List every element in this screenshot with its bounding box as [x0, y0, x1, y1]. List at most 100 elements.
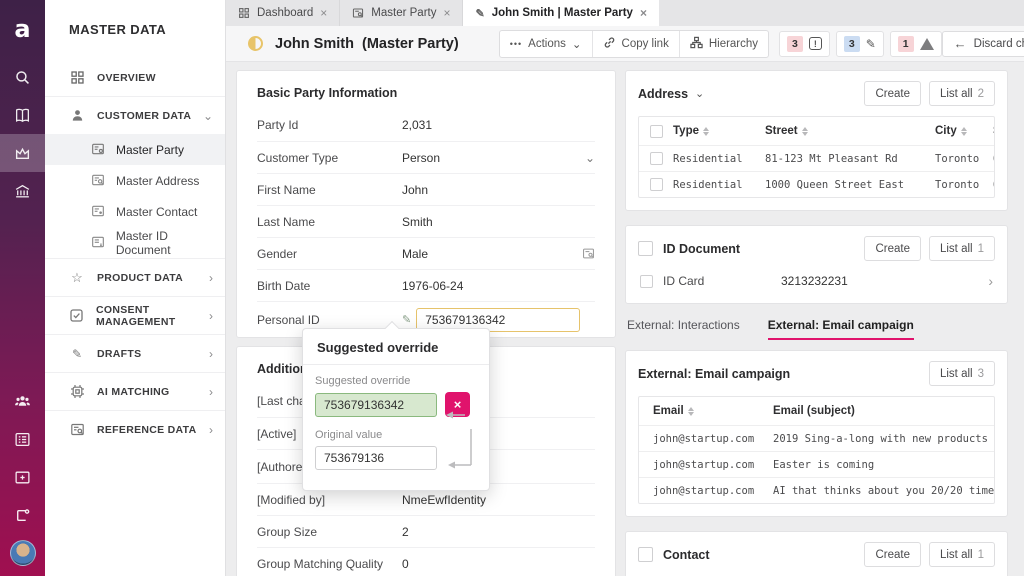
customer-type-select[interactable]: Person	[402, 151, 585, 165]
chevron-right-icon[interactable]: ›	[988, 273, 993, 289]
card-add-icon[interactable]	[0, 458, 45, 496]
profile-contact-icon[interactable]	[0, 496, 45, 534]
field-value[interactable]: 1976-06-24	[402, 279, 595, 293]
close-icon[interactable]: ×	[443, 6, 450, 20]
list-all-label: List all	[940, 368, 973, 380]
warnings-badge[interactable]: 1	[890, 31, 942, 57]
user-avatar[interactable]	[10, 540, 36, 566]
sidebar-item-consent-management[interactable]: CONSENT MANAGEMENT ›	[45, 297, 225, 334]
sort-icon[interactable]	[703, 127, 709, 136]
column-header[interactable]: Type	[673, 125, 699, 137]
table-row[interactable]: Residential 1000 Queen Street East Toron…	[639, 171, 994, 197]
copy-link-label: Copy link	[622, 38, 669, 50]
back-arrow-icon: ←	[954, 36, 967, 51]
field-row-party-id: Party Id 2,031	[257, 109, 595, 141]
chip-icon	[69, 384, 85, 400]
column-header[interactable]: Street	[765, 125, 798, 137]
close-icon[interactable]: ×	[640, 6, 647, 20]
close-icon[interactable]: ×	[320, 6, 327, 20]
tasks-list-icon[interactable]	[0, 420, 45, 458]
sidebar-item-customer-data[interactable]: CUSTOMER DATA ⌄	[45, 97, 225, 134]
edits-badge[interactable]: 3 ✎	[836, 31, 884, 57]
email-campaign-card: External: Email campaign List all 3 Emai…	[625, 350, 1008, 517]
column-header[interactable]: State	[993, 125, 994, 137]
field-label: Party Id	[257, 118, 402, 132]
sidebar-item-label: Master Party	[116, 143, 184, 157]
issues-badge[interactable]: 3 !	[779, 31, 830, 57]
column-header[interactable]: City	[935, 125, 957, 137]
sidebar-item-drafts[interactable]: ✎ DRAFTS ›	[45, 335, 225, 372]
table-row[interactable]: john@startup.com Easter is coming	[639, 451, 994, 477]
column-header[interactable]: Email (subject)	[773, 405, 855, 417]
cell-city: Toronto	[935, 179, 993, 191]
discard-changes-button[interactable]: ← Discard changes	[942, 31, 1024, 57]
tab-external-interactions[interactable]: External: Interactions	[627, 318, 740, 340]
tab-john-smith-master-party[interactable]: ✎ John Smith | Master Party ×	[463, 0, 659, 26]
tab-dashboard[interactable]: Dashboard ×	[226, 0, 340, 26]
grid-icon	[69, 70, 85, 86]
sidebar-item-master-contact[interactable]: Master Contact	[45, 196, 225, 227]
sidebar-item-master-id-document[interactable]: Master ID Document	[45, 227, 225, 258]
brand-logo[interactable]: a	[0, 0, 45, 58]
table-row[interactable]: john@startup.com AI that thinks about yo…	[639, 477, 994, 503]
id-document-list-all-button[interactable]: List all 1	[929, 236, 995, 261]
sidebar-item-ai-matching[interactable]: AI MATCHING ›	[45, 373, 225, 410]
field-value[interactable]: Male	[402, 247, 582, 261]
table-row[interactable]: john@startup.com 2019 Sing-a-long with n…	[639, 425, 994, 451]
contact-create-button[interactable]: Create	[864, 542, 921, 567]
sidebar-item-label: AI MATCHING	[97, 386, 170, 398]
left-column: Basic Party Information Party Id 2,031 C…	[236, 70, 616, 576]
sidebar-item-master-address[interactable]: Master Address	[45, 165, 225, 196]
edits-count: 3	[844, 36, 860, 52]
select-all-checkbox[interactable]	[650, 125, 663, 138]
sort-icon[interactable]	[802, 127, 808, 136]
email-campaign-list-all-button[interactable]: List all 3	[929, 361, 995, 386]
chevron-down-icon[interactable]: ⌄	[585, 151, 595, 165]
cell-state: Ontario	[993, 179, 994, 191]
tab-master-party[interactable]: Master Party ×	[340, 0, 463, 26]
table-search-icon	[91, 173, 106, 188]
copy-link-button[interactable]: Copy link	[593, 31, 680, 57]
address-create-button[interactable]: Create	[864, 81, 921, 106]
original-value-input[interactable]	[315, 446, 437, 470]
field-value[interactable]: John	[402, 183, 595, 197]
reject-override-button[interactable]: ×	[445, 392, 470, 417]
catalog-book-icon[interactable]	[0, 96, 45, 134]
row-checkbox[interactable]	[650, 178, 663, 191]
sidebar-item-master-party[interactable]: Master Party	[45, 134, 225, 165]
row-checkbox[interactable]	[650, 152, 663, 165]
id-document-create-button[interactable]: Create	[864, 236, 921, 261]
cell-street: 1000 Queen Street East	[765, 179, 935, 191]
list-item[interactable]: ID Card 3213232231 ›	[626, 271, 1007, 303]
suggested-override-input[interactable]	[315, 393, 437, 417]
people-group-icon[interactable]	[0, 382, 45, 420]
address-list-all-button[interactable]: List all 2	[929, 81, 995, 106]
record-status-icon	[248, 36, 263, 51]
table-search-icon	[352, 7, 364, 19]
contact-list-all-button[interactable]: List all 1	[929, 542, 995, 567]
sidebar-item-overview[interactable]: OVERVIEW	[45, 59, 225, 96]
lookup-icon[interactable]	[582, 247, 595, 260]
column-header[interactable]: Email	[653, 405, 684, 417]
field-value[interactable]: Smith	[402, 215, 595, 229]
table-search-icon	[69, 422, 85, 438]
search-icon[interactable]	[0, 58, 45, 96]
warnings-count: 1	[898, 36, 914, 52]
table-row[interactable]: Residential 81-123 Mt Pleasant Rd Toront…	[639, 145, 994, 171]
tab-external-email-campaign[interactable]: External: Email campaign	[768, 318, 914, 340]
actions-button[interactable]: ••• Actions ⌄	[500, 31, 593, 57]
sidebar-item-reference-data[interactable]: REFERENCE DATA ›	[45, 411, 225, 448]
hierarchy-button[interactable]: Hierarchy	[680, 31, 768, 57]
mdm-crown-icon[interactable]	[0, 134, 45, 172]
sort-icon[interactable]	[688, 407, 694, 416]
row-checkbox[interactable]	[640, 275, 653, 288]
sidebar-item-label: Master Address	[116, 174, 199, 188]
sidebar-item-product-data[interactable]: ☆ PRODUCT DATA ›	[45, 259, 225, 296]
chevron-down-icon[interactable]: ⌄	[695, 87, 704, 100]
id-document-checkbox[interactable]	[638, 241, 653, 256]
glossary-bank-icon[interactable]	[0, 172, 45, 210]
pencil-icon: ✎	[475, 7, 484, 20]
contact-checkbox[interactable]	[638, 547, 653, 562]
sort-icon[interactable]	[961, 127, 967, 136]
field-label: Group Matching Quality	[257, 557, 402, 571]
